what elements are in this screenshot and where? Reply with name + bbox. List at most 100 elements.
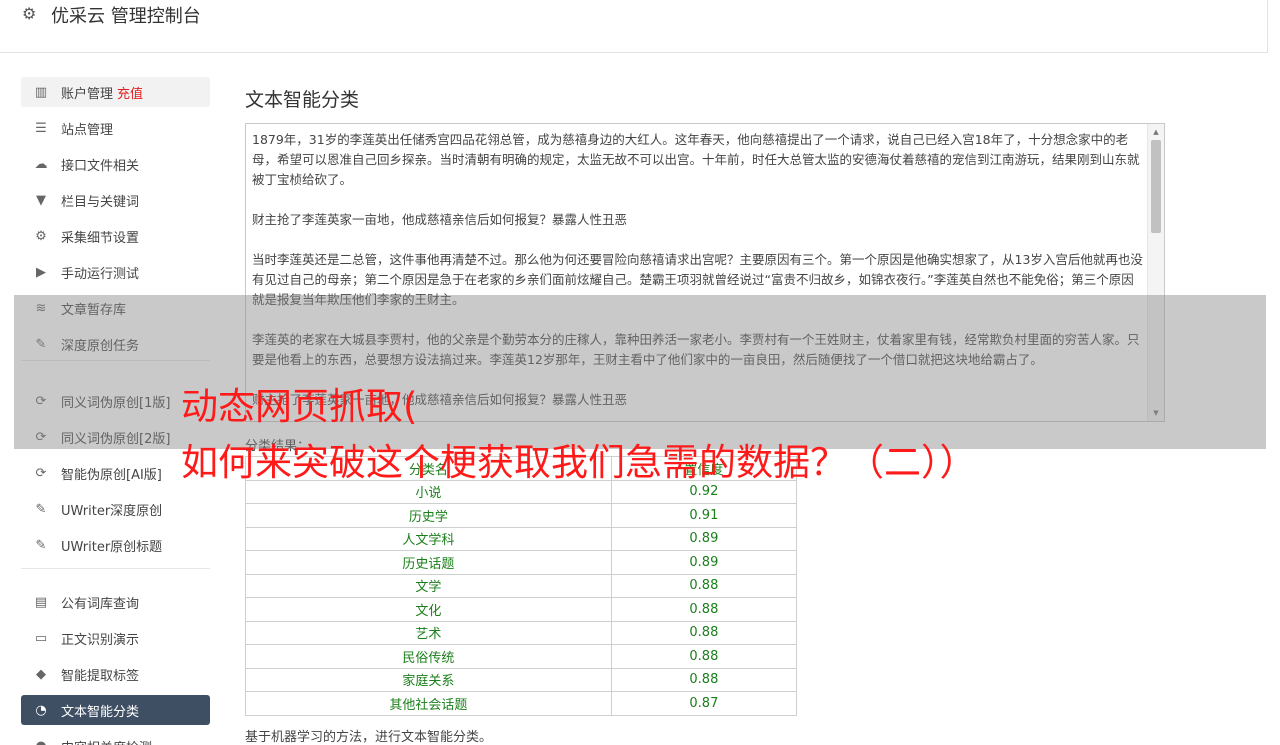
cloud-upload-icon: ☁	[34, 156, 48, 172]
category-cell: 文学	[245, 573, 612, 598]
table-row: 人文学科 0.89	[245, 526, 798, 551]
text-paragraph: 1879年，31岁的李莲英出任储秀宫四品花翎总管，成为慈禧身边的大红人。这年春天…	[252, 132, 1140, 187]
sidebar-item[interactable]: ●内容相关度检测	[21, 731, 210, 745]
sidebar-item-label: 智能伪原创[AI版]	[61, 467, 162, 483]
edit-icon: ✎	[35, 336, 47, 352]
sidebar-item-label: 站点管理	[61, 122, 114, 138]
sidebar-item[interactable]: ✎ 深度原创任务	[21, 329, 210, 359]
category-cell: 历史学	[245, 503, 612, 528]
tag-icon: ◆	[36, 666, 46, 682]
refresh-icon: ⟳	[35, 465, 47, 481]
server-icon: ☰	[35, 120, 47, 136]
scroll-down-icon[interactable]: ▼	[1148, 406, 1164, 420]
confidence-cell: 0.88	[610, 573, 798, 598]
sidebar-item[interactable]: ◆ 智能提取标签	[21, 659, 210, 689]
table-row: 家庭关系 0.88	[245, 667, 798, 692]
sidebar-item[interactable]: ▥ 账户管理 充值	[21, 77, 210, 107]
category-cell: 其他社会话题	[245, 691, 612, 716]
sidebar-item-label: UWriter原创标题	[61, 539, 163, 555]
confidence-cell: 0.88	[610, 620, 798, 645]
headline-line-2: 如何来突破这个梗获取我们急需的数据？（二））	[181, 441, 977, 484]
sidebar-item-label: 采集细节设置	[61, 230, 140, 246]
confidence-cell: 0.89	[610, 526, 798, 551]
sidebar-item[interactable]: ✎ UWriter原创标题	[21, 530, 210, 560]
play-circle-icon: ▶	[36, 264, 46, 280]
page-title: 文本智能分类	[245, 89, 360, 111]
scroll-thumb[interactable]	[1151, 140, 1161, 233]
footnote: 基于机器学习的方法，进行文本智能分类。	[245, 730, 493, 745]
user-icon: ●	[21, 739, 61, 745]
sidebar-item[interactable]: ✎ UWriter深度原创	[21, 494, 210, 524]
overlay-headline: 动态网页抓取( 如何来突破这个梗获取我们急需的数据？（二））	[181, 379, 977, 491]
confidence-cell: 0.88	[610, 597, 798, 622]
table-row: 其他社会话题 0.87	[245, 691, 798, 716]
table-row: 艺术 0.88	[245, 620, 798, 645]
sidebar-item[interactable]: ▶ 手动运行测试	[21, 257, 210, 287]
sidebar-item-label: 同义词伪原创[1版]	[61, 395, 171, 411]
edit-icon: ✎	[35, 537, 47, 553]
sidebar-item[interactable]: ▼ 栏目与关键词	[21, 185, 210, 215]
sidebar-item-label: 手动运行测试	[61, 266, 140, 282]
sidebar-item-label: 文本智能分类	[61, 704, 140, 720]
text-input-area[interactable]: 1879年，31岁的李莲英出任储秀宫四品花翎总管，成为慈禧身边的大红人。这年春天…	[245, 123, 1165, 422]
sidebar-item[interactable]: ▭ 正文识别演示	[21, 623, 210, 653]
sidebar-item[interactable]: ◔ 文本智能分类	[21, 695, 210, 725]
cogs-icon: ⚙	[35, 228, 47, 244]
sidebar-divider	[21, 360, 210, 361]
sidebar-item-label: 内容相关度检测	[61, 737, 152, 745]
gear-icon[interactable]: ⚙	[22, 4, 36, 23]
app-title: 优采云 管理控制台	[51, 6, 201, 27]
sidebar-item-label: 文章暂存库	[61, 302, 127, 318]
table-row: 文化 0.88	[245, 597, 798, 622]
confidence-cell: 0.87	[610, 691, 798, 716]
confidence-cell: 0.88	[610, 644, 798, 669]
scroll-up-icon[interactable]: ▲	[1148, 125, 1164, 139]
text-paragraph: 李莲英的老家在大城县李贾村，他的父亲是个勤劳本分的庄稼人，靠种田养活一家老小。李…	[252, 332, 1140, 367]
sidebar-item[interactable]: ▤ 公有词库查询	[21, 587, 210, 617]
table-row: 民俗传统 0.88	[245, 644, 798, 669]
top-bar: ⚙ 优采云 管理控制台	[0, 0, 1268, 53]
sidebar-item-label: 公有词库查询	[61, 596, 140, 612]
category-cell: 民俗传统	[245, 644, 612, 669]
table-row: 文学 0.88	[245, 573, 798, 598]
sidebar-item-label: 接口文件相关	[61, 158, 140, 174]
confidence-cell: 0.89	[610, 550, 798, 575]
sidebar-item-label: 栏目与关键词	[61, 194, 140, 210]
headline-line-1: 动态网页抓取(	[181, 385, 418, 428]
category-cell: 文化	[245, 597, 612, 622]
database-icon: ≋	[35, 300, 47, 316]
confidence-cell: 0.88	[610, 667, 798, 692]
sidebar-item[interactable]: ☰ 站点管理	[21, 113, 210, 143]
category-cell: 家庭关系	[245, 667, 612, 692]
filter-icon: ▼	[36, 192, 46, 208]
sidebar-item-label: 同义词伪原创[2版]	[61, 431, 171, 447]
sidebar-item[interactable]: ☁ 接口文件相关	[21, 149, 210, 179]
sidebar-item-label: 深度原创任务	[61, 338, 140, 354]
sidebar-item-label: 智能提取标签	[61, 668, 140, 684]
monitor-icon: ▭	[34, 630, 48, 646]
sidebar-item-label: UWriter深度原创	[61, 503, 163, 519]
confidence-cell: 0.91	[610, 503, 798, 528]
sidebar-item-label: 账户管理	[61, 86, 114, 102]
category-cell: 艺术	[245, 620, 612, 645]
sidebar-divider	[21, 568, 210, 569]
category-cell: 人文学科	[245, 526, 612, 551]
recharge-link[interactable]: 充值	[117, 83, 143, 102]
refresh-icon: ⟳	[35, 393, 47, 409]
bar-chart-icon: ▥	[34, 84, 48, 100]
app-window: ⚙ 优采云 管理控制台 ▥ 账户管理 充值 ☰ 站点管理 ☁ 接口文件相关 ▼ 栏目与关键词 ⚙ 采…	[0, 0, 1280, 745]
refresh-icon: ⟳	[35, 429, 47, 445]
sidebar-item[interactable]: ⚙ 采集细节设置	[21, 221, 210, 251]
table-row: 历史学 0.91	[245, 503, 798, 528]
text-paragraph: 当时李莲英还是二总管，这件事他再清楚不过。那么他为何还要冒险向慈禧请求出宫呢？主…	[252, 252, 1143, 307]
sidebar-item-label: 正文识别演示	[61, 632, 140, 648]
category-cell: 历史话题	[245, 550, 612, 575]
classification-table: 分类名 置信度 小说 0.92 历史学 0.91 人文学科 0.89 历史话题 0.89 文学 0…	[245, 456, 798, 716]
sidebar-item[interactable]: ≋ 文章暂存库	[21, 293, 210, 323]
text-paragraph: 财主抢了李莲英家一亩地，他成慈禧亲信后如何报复？暴露人性丑恶	[252, 212, 628, 227]
pie-chart-icon: ◔	[35, 702, 47, 718]
table-row: 历史话题 0.89	[245, 550, 798, 575]
edit-icon: ✎	[35, 501, 47, 517]
book-icon: ▤	[34, 594, 48, 610]
vertical-scrollbar[interactable]: ▲ ▼	[1147, 124, 1164, 421]
